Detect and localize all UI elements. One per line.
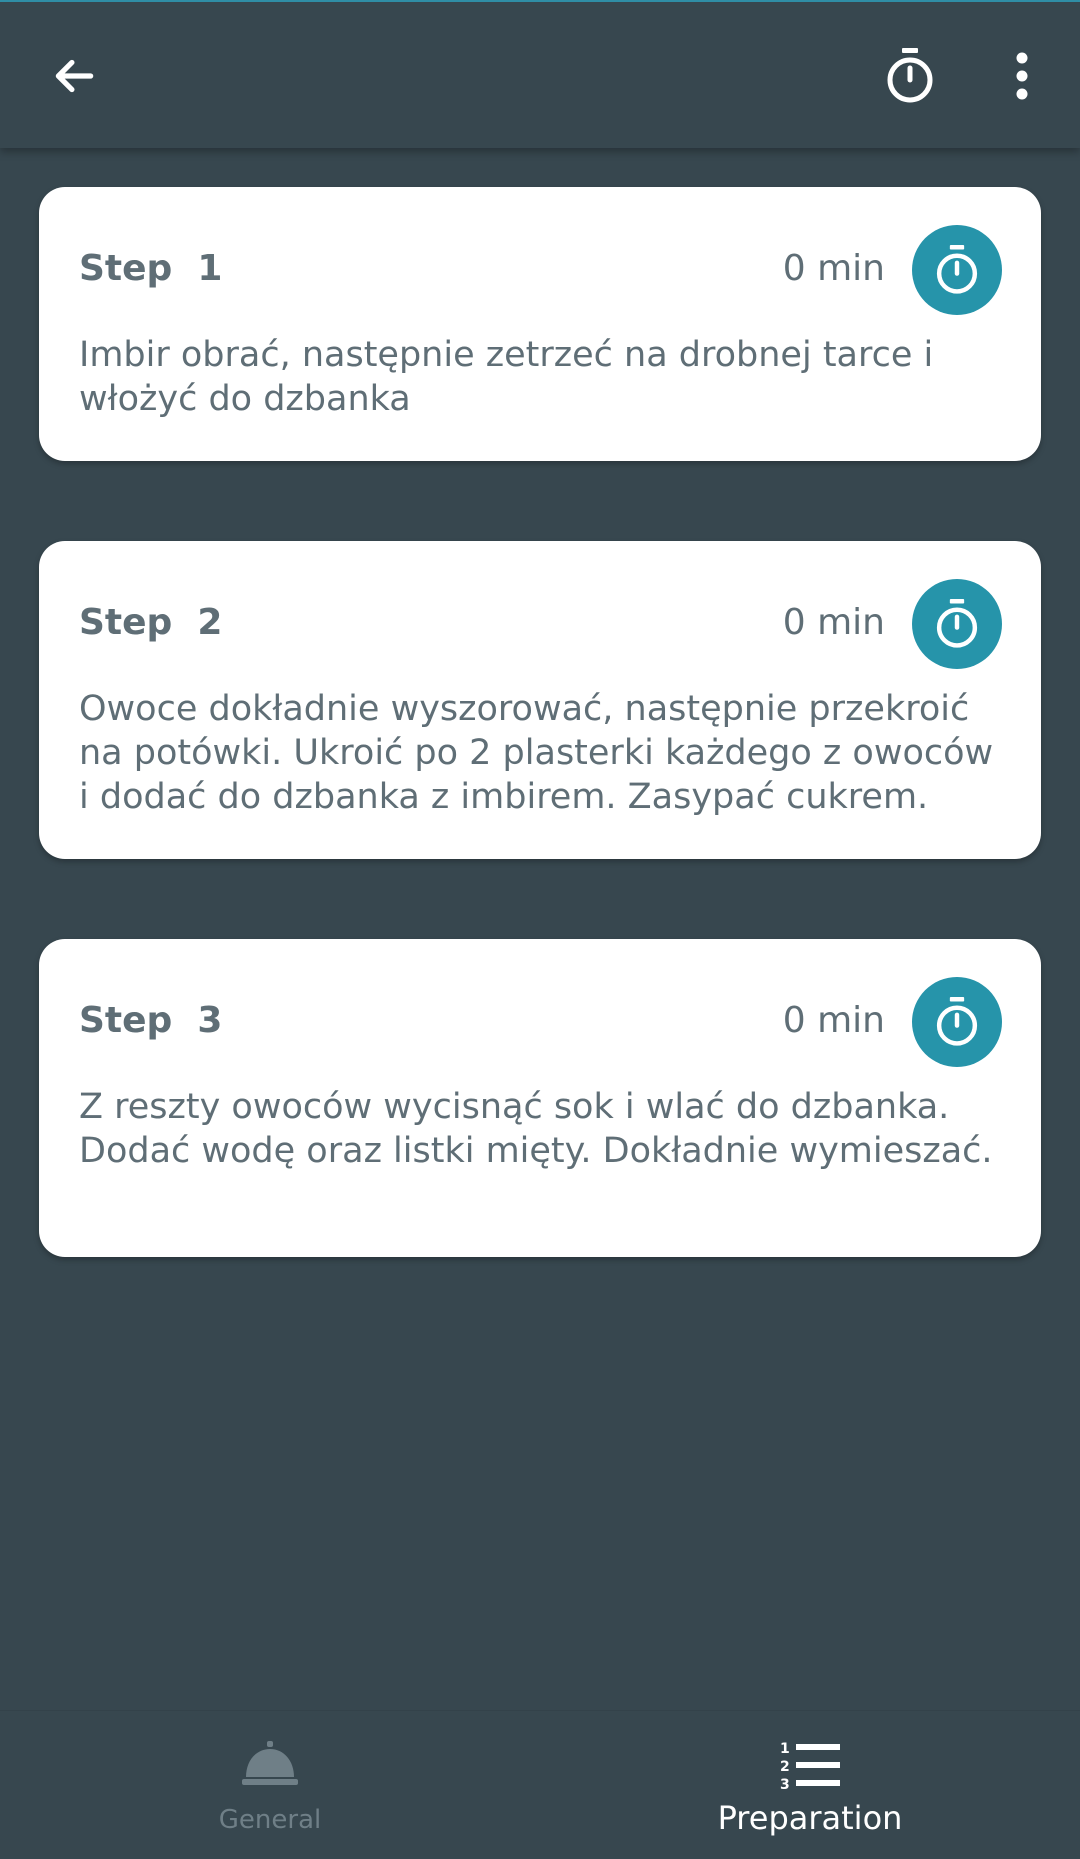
bottom-navigation: General 1 2 3 Preparation xyxy=(0,1710,1080,1858)
more-vertical-icon xyxy=(1016,52,1028,100)
service-bell-icon xyxy=(242,1741,298,1785)
step-title: Step 2 xyxy=(79,602,223,643)
nav-label-general: General xyxy=(218,1805,322,1835)
stopwatch-icon xyxy=(936,245,978,294)
steps-list: Step 1 0 min Imbir obrać, następnie zetr… xyxy=(0,148,1080,1710)
step-title: Step 1 xyxy=(79,248,223,289)
step-timer-button[interactable] xyxy=(912,977,1002,1067)
nav-tab-preparation[interactable]: 1 2 3 Preparation xyxy=(540,1711,1080,1859)
step-card[interactable]: Step 1 0 min Imbir obrać, następnie zetr… xyxy=(39,187,1041,461)
numbered-list-icon: 1 2 3 xyxy=(780,1741,840,1791)
step-description: Owoce dokładnie wyszorować, następnie pr… xyxy=(79,689,994,817)
nav-tab-general[interactable]: General xyxy=(0,1711,540,1859)
svg-text:2: 2 xyxy=(780,1759,790,1775)
step-timer-button[interactable] xyxy=(912,225,1002,315)
app-toolbar xyxy=(0,0,1080,148)
toolbar-timer-button[interactable] xyxy=(866,32,954,120)
step-card[interactable]: Step 2 0 min Owoce dokładnie wyszorować,… xyxy=(39,541,1041,859)
step-description: Imbir obrać, następnie zetrzeć na drobne… xyxy=(79,335,934,419)
back-button[interactable] xyxy=(30,32,118,120)
stopwatch-icon xyxy=(887,48,933,103)
step-title: Step 3 xyxy=(79,1000,223,1041)
arrow-left-icon xyxy=(55,59,94,93)
step-card[interactable]: Step 3 0 min Z reszty owoców wycisnąć so… xyxy=(39,939,1041,1257)
stopwatch-icon xyxy=(936,599,978,648)
step-time: 0 min xyxy=(782,248,885,289)
stopwatch-icon xyxy=(936,997,978,1046)
step-timer-button[interactable] xyxy=(912,579,1002,669)
svg-text:1: 1 xyxy=(780,1741,790,1757)
nav-label-preparation: Preparation xyxy=(717,1799,903,1837)
svg-text:3: 3 xyxy=(780,1777,790,1791)
step-description: Z reszty owoców wycisnąć sok i wlać do d… xyxy=(79,1087,993,1171)
step-time: 0 min xyxy=(782,602,885,643)
more-options-button[interactable] xyxy=(980,32,1064,120)
step-time: 0 min xyxy=(782,1000,885,1041)
